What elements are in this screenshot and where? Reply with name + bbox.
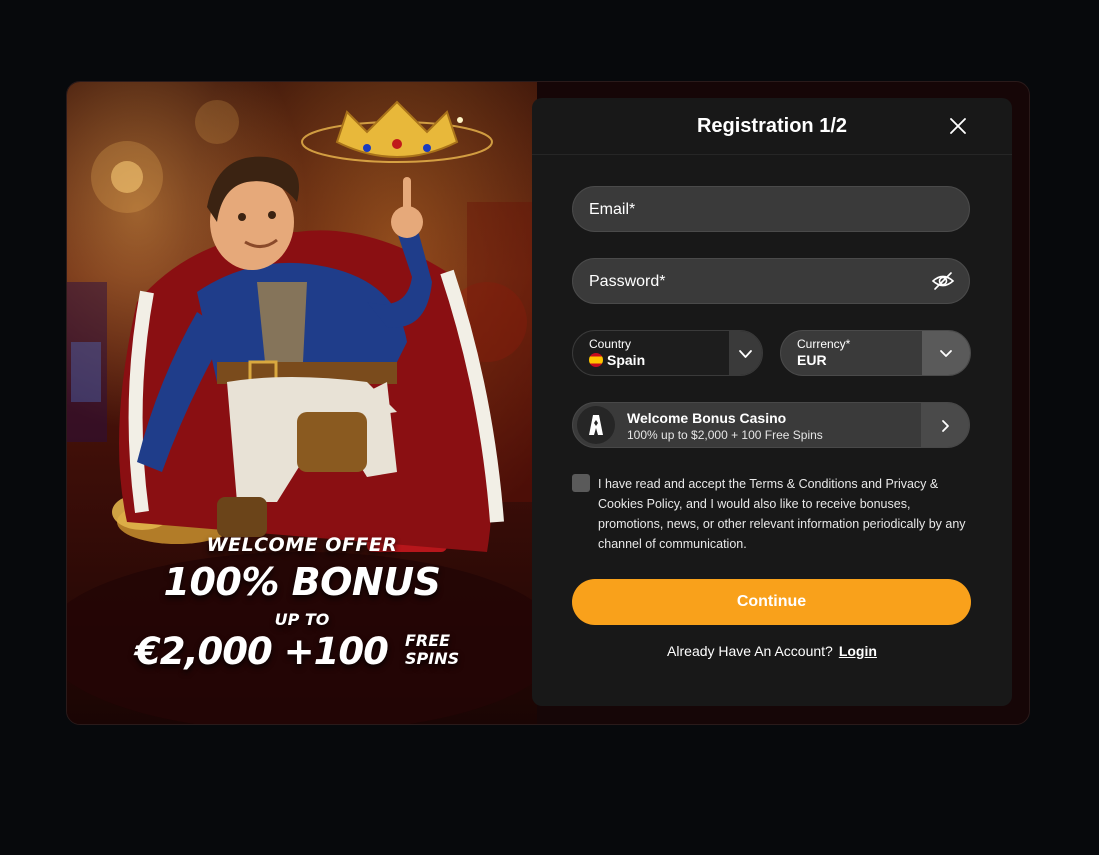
consent-checkbox[interactable]: [572, 474, 590, 492]
currency-select[interactable]: Currency* EUR: [780, 330, 971, 376]
country-label: Country: [589, 337, 632, 351]
page-title: Registration 1/2: [696, 115, 848, 137]
login-link[interactable]: Login: [839, 643, 877, 659]
account-prompt-text: Already Have An Account?: [667, 643, 833, 659]
password-field[interactable]: Password*: [572, 258, 970, 304]
promo-banner: WELCOME OFFER 100% BONUS UP TO €2,000 +1…: [67, 82, 537, 724]
registration-modal: WELCOME OFFER 100% BONUS UP TO €2,000 +1…: [66, 81, 1030, 725]
currency-label: Currency*: [797, 337, 851, 351]
password-label: Password*: [589, 273, 666, 290]
bonus-subtitle: 100% up to $2,000 + 100 Free Spins: [627, 428, 823, 442]
registration-form: Registration 1/2 Email* Password* Countr…: [532, 98, 1012, 706]
promo-free-spins: FREE SPINS: [405, 632, 459, 668]
bonus-logo: [577, 406, 615, 444]
promo-free-label: FREE: [405, 631, 451, 650]
email-field[interactable]: Email*: [572, 186, 970, 232]
promo-welcome-offer: WELCOME OFFER: [206, 534, 398, 556]
spain-flag-icon: [589, 353, 603, 367]
promo-bonus-headline: 100% BONUS: [163, 560, 441, 604]
currency-value: EUR: [797, 352, 827, 368]
consent-text: I have read and accept the Terms & Condi…: [598, 477, 966, 551]
form-header: Registration 1/2: [532, 98, 1012, 155]
chevron-down-icon: [739, 350, 752, 358]
promo-spins-label: SPINS: [405, 649, 460, 668]
chevron-right-icon: [942, 420, 949, 432]
bonus-title: Welcome Bonus Casino: [627, 410, 787, 426]
chevron-down-icon: [940, 350, 952, 357]
country-select[interactable]: Country Spain: [572, 330, 763, 376]
toggle-password-visibility-button[interactable]: [931, 271, 955, 291]
promo-amount: €2,000 +100: [135, 630, 389, 673]
close-icon: [950, 118, 966, 134]
country-dropdown-toggle[interactable]: [729, 331, 762, 375]
currency-dropdown-toggle[interactable]: [922, 331, 970, 375]
email-label: Email*: [589, 201, 636, 218]
eye-hidden-icon: [931, 272, 955, 290]
welcome-bonus-selector[interactable]: Welcome Bonus Casino 100% up to $2,000 +…: [572, 402, 970, 448]
country-value-text: Spain: [607, 352, 646, 368]
close-button[interactable]: [948, 116, 968, 136]
promo-up-to: UP TO: [274, 610, 330, 629]
country-value: Spain: [589, 352, 645, 368]
continue-button[interactable]: Continue: [572, 579, 971, 625]
bonus-expand-button[interactable]: [921, 403, 969, 447]
brand-logo-icon: [589, 415, 603, 435]
login-prompt: Already Have An Account? Login: [532, 643, 1012, 659]
